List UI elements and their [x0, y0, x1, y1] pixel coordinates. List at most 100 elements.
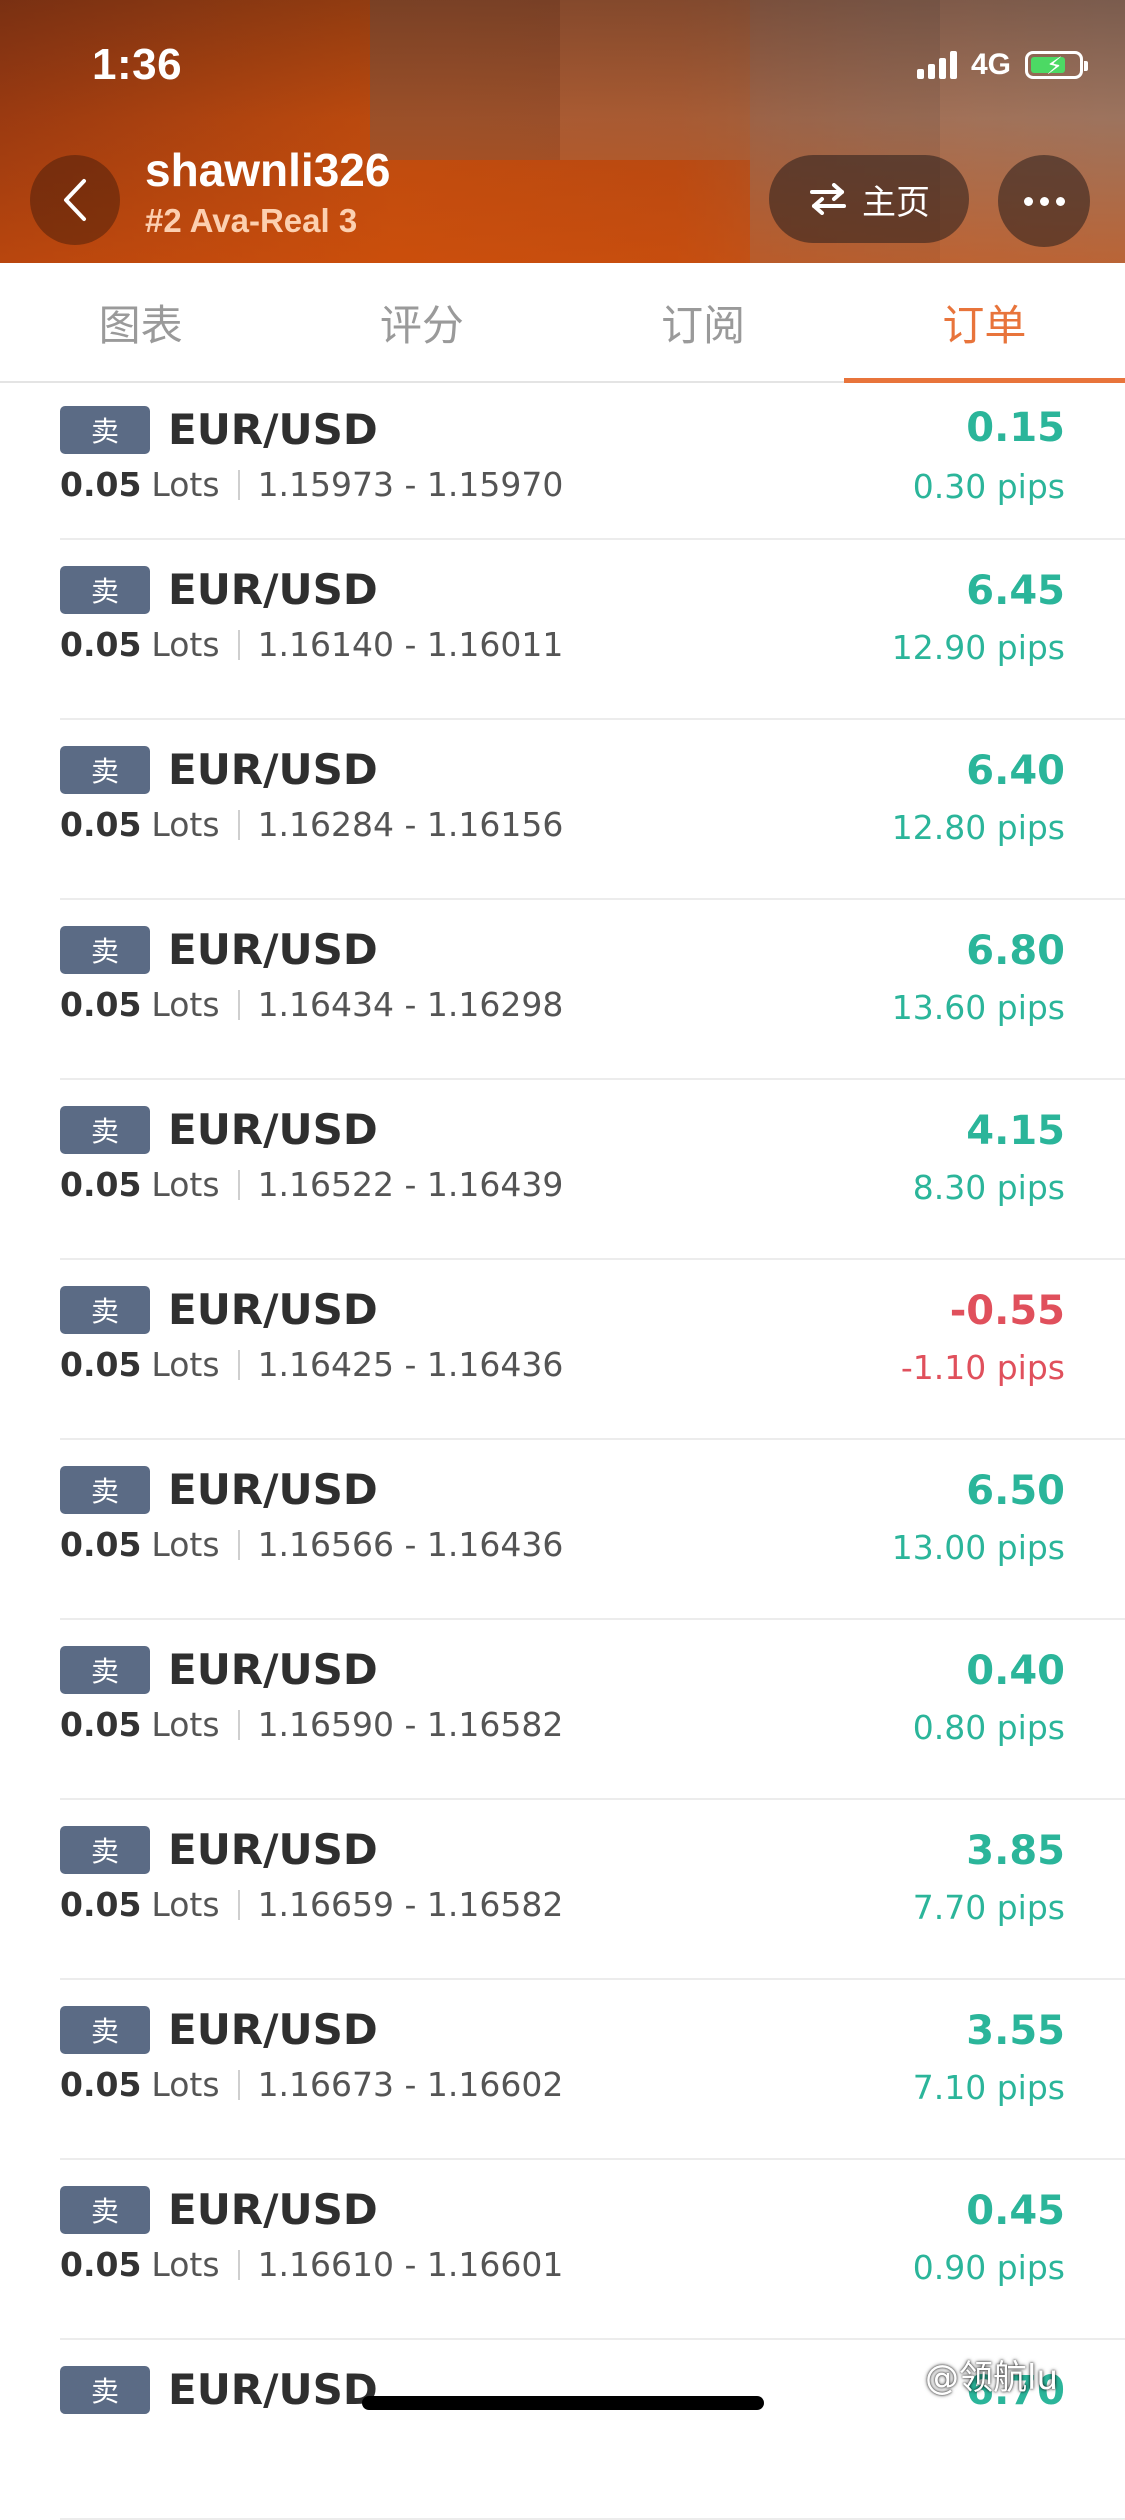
network-type: 4G: [970, 48, 1011, 81]
order-lots-unit: Lots: [151, 1525, 220, 1564]
order-lots-unit: Lots: [151, 1165, 220, 1204]
order-header: 卖 EUR/USD: [60, 2005, 378, 2054]
tab-chart[interactable]: 图表: [0, 263, 281, 381]
order-pips: 13.60 pips: [891, 988, 1065, 1027]
order-profit: 0.45: [966, 2188, 1065, 2234]
order-lots: 0.05: [60, 1165, 142, 1204]
order-row[interactable]: 卖 EUR/USD 0.05 Lots 1.16425 - 1.16436 -0…: [60, 1260, 1125, 1440]
order-symbol: EUR/USD: [168, 2365, 378, 2414]
order-lots: 0.05: [60, 805, 142, 844]
order-lots: 0.05: [60, 465, 142, 504]
order-row[interactable]: 卖 EUR/USD 0.05 Lots 1.16434 - 1.16298 6.…: [60, 900, 1125, 1080]
order-row[interactable]: 卖 EUR/USD 0.05 Lots 1.16140 - 1.16011 6.…: [60, 540, 1125, 720]
home-indicator[interactable]: [362, 2396, 764, 2410]
status-indicators: 4G ⚡: [916, 48, 1088, 82]
order-row[interactable]: 卖 EUR/USD 0.05 Lots 1.16522 - 1.16439 4.…: [60, 1080, 1125, 1260]
account-label: #2 Ava-Real 3: [145, 202, 358, 239]
order-row[interactable]: 卖 EUR/USD 0.05 Lots 1.16284 - 1.16156 6.…: [60, 720, 1125, 900]
order-pips: 12.80 pips: [891, 808, 1065, 847]
order-pips: 0.90 pips: [912, 2248, 1065, 2287]
order-lots-unit: Lots: [151, 1885, 220, 1924]
order-profit: 3.85: [966, 1828, 1065, 1874]
order-row[interactable]: 卖 EUR/USD 0.05 Lots 1.16659 - 1.16582 3.…: [60, 1800, 1125, 1980]
order-header: 卖 EUR/USD: [60, 1645, 378, 1694]
order-prices: 1.16659 - 1.16582: [257, 1885, 564, 1924]
more-dots-icon: [1023, 196, 1033, 206]
order-symbol: EUR/USD: [168, 1825, 378, 1874]
order-row[interactable]: 卖 EUR/USD 0.05 Lots 1.16673 - 1.16602 3.…: [60, 1980, 1125, 2160]
status-time: 1:36: [92, 40, 183, 89]
divider: [237, 2249, 240, 2280]
order-details: 0.05 Lots 1.16590 - 1.16582: [60, 1705, 563, 1744]
order-row[interactable]: 卖 EUR/USD 0.05 Lots 1.16566 - 1.16436 6.…: [60, 1440, 1125, 1620]
order-profit: 0.40: [966, 1648, 1065, 1694]
order-profit: 6.40: [966, 748, 1065, 794]
order-lots-unit: Lots: [151, 805, 220, 844]
side-badge: 卖: [60, 1465, 150, 1514]
divider: [237, 1709, 240, 1740]
order-details: 0.05 Lots 1.16566 - 1.16436: [60, 1525, 563, 1564]
more-options-button[interactable]: [998, 155, 1090, 247]
orders-list: 卖 EUR/USD 0.05 Lots 1.15973 - 1.15970 0.…: [0, 383, 1125, 2520]
order-header: 卖 EUR/USD: [60, 1465, 378, 1514]
order-symbol: EUR/USD: [168, 745, 378, 794]
side-badge: 卖: [60, 2365, 150, 2414]
order-header: 卖 EUR/USD: [60, 565, 378, 614]
order-pips: 8.30 pips: [912, 1168, 1065, 1207]
order-symbol: EUR/USD: [168, 1285, 378, 1334]
order-header: 卖 EUR/USD: [60, 1105, 378, 1154]
order-profit: 6.50: [966, 1468, 1065, 1514]
order-symbol: EUR/USD: [168, 1465, 378, 1514]
side-badge: 卖: [60, 745, 150, 794]
order-lots-unit: Lots: [151, 465, 220, 504]
order-lots: 0.05: [60, 985, 142, 1024]
battery-icon: ⚡: [1025, 51, 1088, 80]
profile-header: 1:36 4G ⚡ shawnli326 #2 Ava-Real 3 主页: [0, 0, 1125, 263]
back-button[interactable]: [30, 155, 120, 245]
tab-orders[interactable]: 订单: [843, 263, 1125, 383]
divider: [237, 469, 240, 500]
order-symbol: EUR/USD: [168, 405, 378, 454]
tab-subscribe[interactable]: 订阅: [563, 263, 844, 381]
order-prices: 1.16284 - 1.16156: [257, 805, 564, 844]
order-lots-unit: Lots: [151, 985, 220, 1024]
side-badge: 卖: [60, 2185, 150, 2234]
tab-rating[interactable]: 评分: [281, 263, 562, 381]
order-row[interactable]: 卖 EUR/USD 0.05 Lots 1.15973 - 1.15970 0.…: [60, 383, 1125, 540]
order-prices: 1.16566 - 1.16436: [257, 1525, 564, 1564]
order-pips: 12.90 pips: [891, 628, 1065, 667]
order-symbol: EUR/USD: [168, 565, 378, 614]
order-symbol: EUR/USD: [168, 1645, 378, 1694]
order-profit: -0.55: [949, 1288, 1065, 1334]
order-prices: 1.16140 - 1.16011: [257, 625, 564, 664]
profile-username: shawnli326: [145, 144, 391, 196]
order-pips: -1.10 pips: [900, 1348, 1065, 1387]
order-details: 0.05 Lots 1.16284 - 1.16156: [60, 805, 563, 844]
order-details: 0.05 Lots 1.16522 - 1.16439: [60, 1165, 563, 1204]
order-lots-unit: Lots: [151, 1705, 220, 1744]
order-lots: 0.05: [60, 1705, 142, 1744]
order-profit: 6.45: [966, 568, 1065, 614]
side-badge: 卖: [60, 1105, 150, 1154]
order-details: 0.05 Lots 1.16140 - 1.16011: [60, 625, 563, 664]
order-header: 卖 EUR/USD: [60, 1285, 378, 1334]
side-badge: 卖: [60, 1285, 150, 1334]
order-details: 0.05 Lots 1.16659 - 1.16582: [60, 1885, 563, 1924]
order-lots: 0.05: [60, 1345, 142, 1384]
order-lots-unit: Lots: [151, 2065, 220, 2104]
order-row[interactable]: 卖 EUR/USD 0.05 Lots 1.16610 - 1.16601 0.…: [60, 2160, 1125, 2340]
order-prices: 1.16610 - 1.16601: [257, 2245, 564, 2284]
order-symbol: EUR/USD: [168, 1105, 378, 1154]
order-pips: 7.70 pips: [912, 1888, 1065, 1927]
order-lots-unit: Lots: [151, 625, 220, 664]
order-details: 0.05 Lots 1.16425 - 1.16436: [60, 1345, 563, 1384]
order-symbol: EUR/USD: [168, 2005, 378, 2054]
order-header: 卖 EUR/USD: [60, 2365, 378, 2414]
home-button[interactable]: 主页: [769, 155, 969, 243]
side-badge: 卖: [60, 2005, 150, 2054]
order-header: 卖 EUR/USD: [60, 2185, 378, 2234]
order-header: 卖 EUR/USD: [60, 925, 378, 974]
divider: [237, 2069, 240, 2100]
order-row[interactable]: 卖 EUR/USD 0.05 Lots 1.16590 - 1.16582 0.…: [60, 1620, 1125, 1800]
divider: [237, 629, 240, 660]
